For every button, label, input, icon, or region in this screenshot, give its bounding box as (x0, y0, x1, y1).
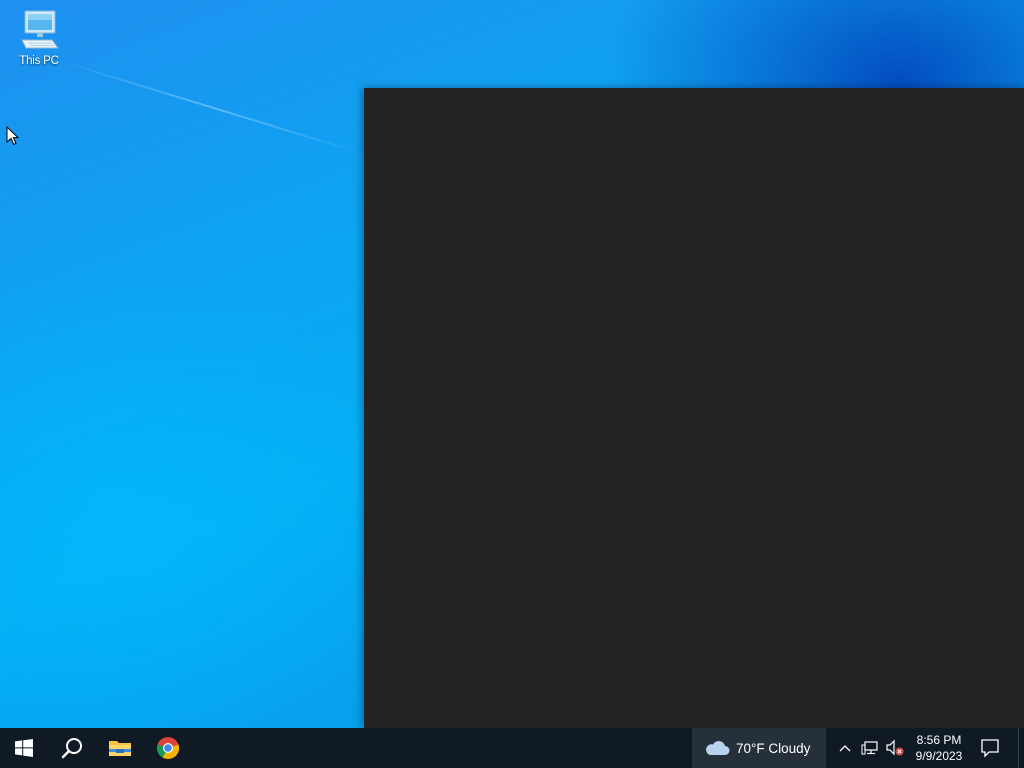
chrome-button[interactable] (144, 728, 192, 768)
app-window[interactable] (364, 88, 1024, 728)
network-icon[interactable] (861, 740, 879, 756)
clock-date: 9/9/2023 (915, 749, 963, 763)
desktop-icon-label: This PC (19, 55, 59, 67)
mouse-pointer-icon (6, 126, 20, 146)
desktop-icon-this-pc[interactable]: This PC (8, 8, 70, 76)
search-button[interactable] (48, 728, 96, 768)
chrome-icon (156, 737, 180, 760)
chevron-up-icon[interactable] (838, 740, 852, 756)
windows-logo-icon (15, 739, 33, 757)
show-desktop-button[interactable] (1018, 728, 1019, 768)
file-explorer-button[interactable] (96, 728, 144, 768)
volume-muted-icon[interactable] (885, 739, 905, 757)
search-icon (61, 738, 82, 759)
this-pc-icon (21, 10, 59, 49)
weather-text: 70°F Cloudy (736, 740, 811, 756)
weather-widget[interactable]: 70°F Cloudy (692, 728, 826, 768)
clock-time: 8:56 PM (916, 733, 962, 747)
cloud-icon (706, 741, 730, 755)
clock[interactable]: 8:56 PM 9/9/2023 (908, 731, 970, 765)
start-button[interactable] (0, 728, 48, 768)
taskbar: 70°F Cloudy 8:56 PM 9/9/2023 (0, 728, 1024, 768)
wallpaper-streak (59, 60, 367, 156)
notification-icon[interactable] (980, 738, 1000, 758)
file-explorer-icon (109, 741, 131, 756)
